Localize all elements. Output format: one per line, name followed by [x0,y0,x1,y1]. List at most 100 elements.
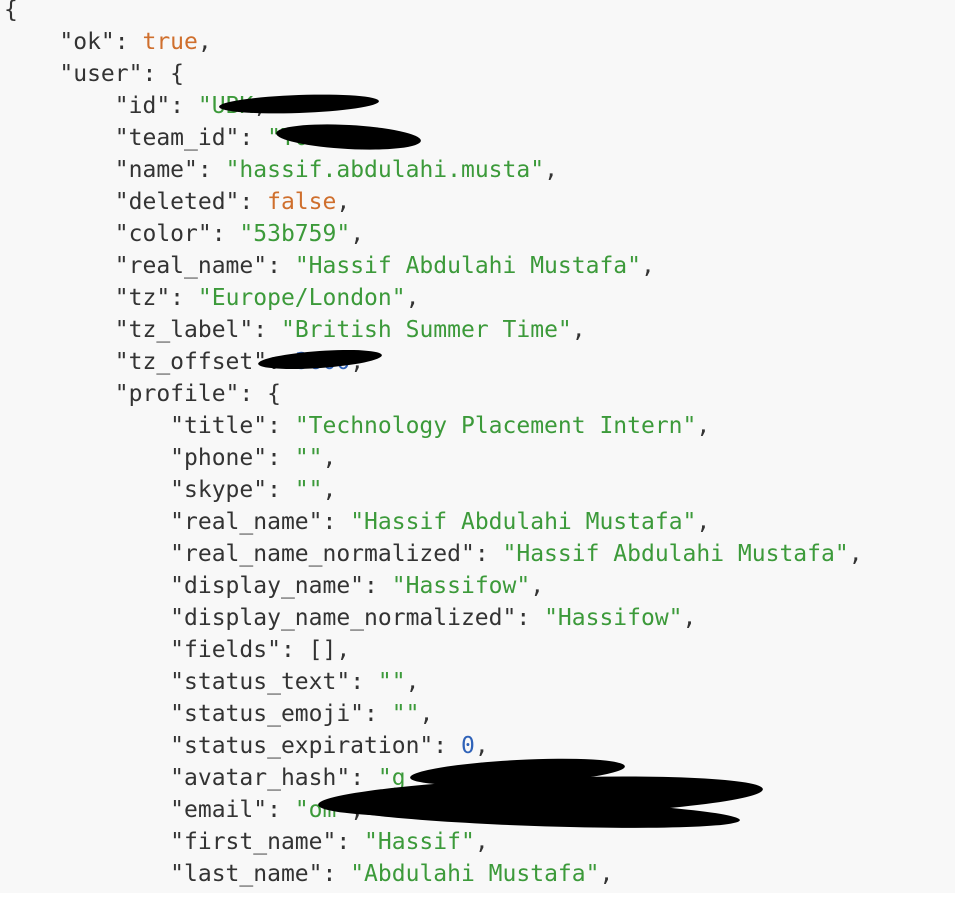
json-key: "tz_offset" [114,349,268,375]
json-key: "profile" [114,381,240,407]
json-line: "title": "Technology Placement Intern", [4,410,863,442]
json-line: "profile": { [4,378,863,410]
json-line: "display_name": "Hassifow", [4,570,863,602]
json-punctuation: : [170,93,198,119]
json-string-value: "Hassif" [364,829,475,855]
json-punctuation: : [350,669,378,695]
json-punctuation: , [336,637,351,663]
json-key: "user" [59,61,143,87]
json-punctuation: , [474,829,489,855]
json-string-value: "British Summer Time" [280,317,572,343]
json-string-value: "" [294,445,323,471]
json-punctuation: : [516,605,545,631]
json-punctuation: , [405,669,420,695]
json-punctuation: , [544,157,558,183]
json-punctuation: : { [239,381,281,407]
json-punctuation: : [267,797,295,823]
json-string-value: "" [391,701,420,727]
json-string-value: "hassif.abdulahi.musta" [225,157,545,183]
json-key: "status_expiration" [170,733,434,759]
json-punctuation: : [322,861,351,887]
json-line: "ok": true, [4,26,863,58]
json-line: "display_name_normalized": "Hassifow", [4,602,863,634]
json-punctuation: : [267,445,295,471]
json-punctuation: , [322,477,337,503]
json-line: "status_expiration": 0, [4,730,863,762]
json-punctuation: : [239,125,268,151]
json-punctuation: : [433,733,461,759]
json-line: "last_name": "Abdulahi Mustafa", [4,858,863,890]
json-key: "phone" [170,445,268,471]
json-key: "real_name" [114,253,268,279]
json-line: "status_emoji": "", [4,698,863,730]
json-line: "team_id": "T0X", [4,122,863,154]
json-punctuation: , [322,445,337,471]
json-key: "status_text" [170,669,351,695]
json-boolean-value: true [142,29,198,55]
json-string-value: "" [377,669,406,695]
json-viewer: { "ok": true, "user": { "id": "UBK, "tea… [0,0,955,893]
json-punctuation: , [848,541,863,567]
json-punctuation: , [696,413,711,439]
json-key: "title" [170,413,268,439]
json-key: "color" [114,221,212,247]
bottom-edge [0,893,955,906]
json-line: "status_text": "", [4,666,863,698]
json-line: { [4,0,863,26]
json-punctuation: : [114,29,143,55]
json-line: "fields": [], [4,634,863,666]
json-line: "color": "53b759", [4,218,863,250]
json-punctuation: : { [142,61,185,87]
json-string-value: "Hassif Abdulahi Mustafa" [294,253,641,279]
json-punctuation: , [336,189,351,215]
json-punctuation: : [364,573,392,599]
json-string-value: "" [294,477,323,503]
json-number-value: 0 [460,733,475,759]
json-punctuation: , [350,221,365,247]
json-line: "deleted": false, [4,186,863,218]
json-line: "first_name": "Hassif", [4,826,863,858]
json-punctuation: , [682,605,697,631]
json-key: "first_name" [170,829,337,855]
json-punctuation: : [336,829,365,855]
json-line: "real_name_normalized": "Hassif Abdulahi… [4,538,863,570]
json-punctuation: , [641,253,655,279]
json-key: "tz" [114,285,171,311]
json-key: "skype" [170,477,268,503]
json-punctuation: , [571,317,586,343]
json-punctuation: { [4,0,18,23]
json-string-value: "Abdulahi Mustafa" [350,861,600,887]
json-punctuation: , [696,509,711,535]
json-key: "fields" [170,637,281,663]
json-punctuation: : [197,157,226,183]
json-punctuation: : [211,221,240,247]
json-string-value: "53b759" [239,221,351,247]
json-punctuation: : [239,189,268,215]
json-key: "team_id" [114,125,240,151]
json-punctuation: : [474,541,503,567]
json-punctuation: : [253,317,281,343]
json-punctuation: , [419,701,434,727]
json-line: "tz_label": "British Summer Time", [4,314,863,346]
json-punctuation: , [405,285,420,311]
json-punctuation: : [] [280,637,337,663]
json-key: "display_name_normalized" [170,605,517,631]
